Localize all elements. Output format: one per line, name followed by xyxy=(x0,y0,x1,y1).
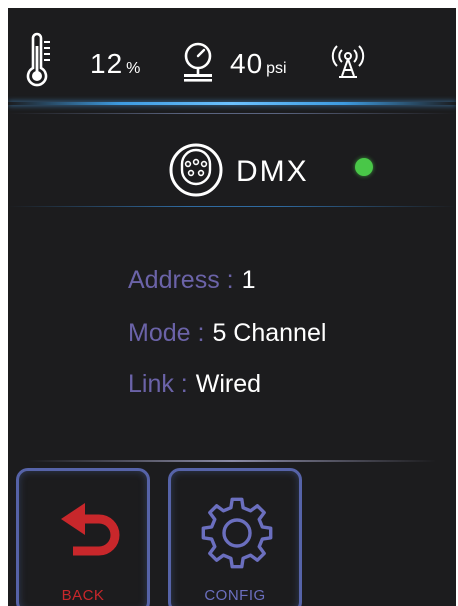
bottom-divider xyxy=(28,460,436,462)
mode-label: Mode : xyxy=(128,319,205,347)
back-arrow-icon xyxy=(61,503,120,556)
protocol-title: DMX xyxy=(236,155,309,188)
back-button[interactable]: BACK xyxy=(16,468,150,606)
config-button[interactable]: CONFIG xyxy=(168,468,302,606)
header-divider xyxy=(8,206,456,207)
mode-value: 5 Channel xyxy=(212,319,327,347)
humidity-unit: % xyxy=(126,60,141,77)
back-button-label: BACK xyxy=(61,587,105,604)
antenna-signal-icon xyxy=(331,45,365,78)
dmx-connector-icon xyxy=(169,143,223,197)
address-label: Address : xyxy=(128,266,234,294)
status-divider-thin xyxy=(8,113,456,114)
address-value: 1 xyxy=(241,266,256,294)
address-row: Address :1 xyxy=(128,268,256,293)
gear-icon xyxy=(201,497,273,569)
link-label: Link : xyxy=(128,370,188,398)
link-value: Wired xyxy=(195,370,262,398)
status-divider-glow xyxy=(8,102,456,105)
status-bar: 12% 40 psi xyxy=(8,8,456,104)
connection-status-indicator xyxy=(355,158,373,176)
device-screen: 12% 40 psi DMX Address: 1 Mode: 5 Chan… xyxy=(8,8,456,606)
pressure-unit: psi xyxy=(266,60,287,77)
mode-row: Mode :5 Channel xyxy=(128,321,326,346)
humidity-value: 12 xyxy=(90,48,124,79)
humidity-readout: 12% xyxy=(90,50,140,78)
pressure-value: 40 xyxy=(230,48,264,79)
pressure-gauge-icon xyxy=(184,42,212,82)
link-row: Link : Wired xyxy=(128,372,261,397)
pressure-readout: 40 psi xyxy=(230,50,287,78)
config-button-label: CONFIG xyxy=(204,587,266,604)
thermometer-icon xyxy=(26,32,50,87)
